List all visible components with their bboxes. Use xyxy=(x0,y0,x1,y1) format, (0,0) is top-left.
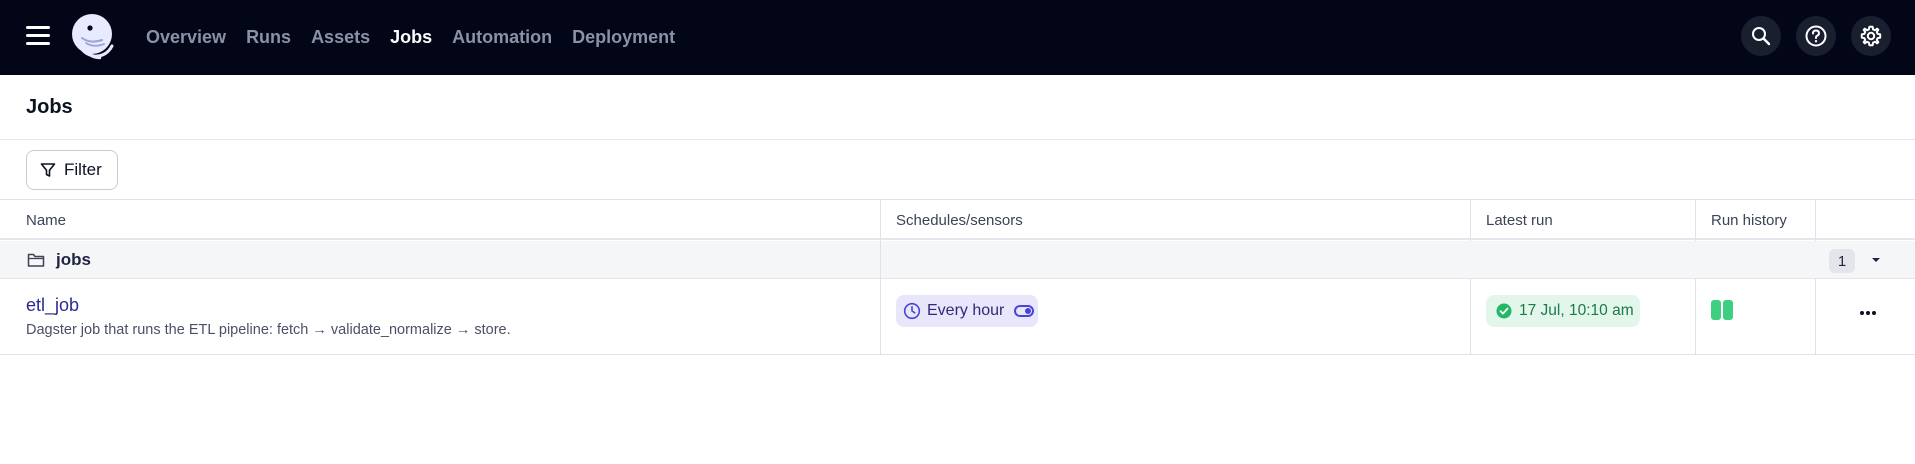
clock-icon xyxy=(903,302,921,320)
group-row-jobs[interactable]: jobs 1 xyxy=(0,241,1915,279)
more-dot xyxy=(1860,311,1864,315)
schedule-tag[interactable]: Every hour xyxy=(896,295,1038,327)
nav-jobs[interactable]: Jobs xyxy=(390,27,432,48)
page-title: Jobs xyxy=(26,95,73,118)
folder-icon xyxy=(27,253,45,267)
hamburger-icon[interactable] xyxy=(26,26,50,46)
filter-bar: Filter xyxy=(0,140,1915,200)
page-header: Jobs xyxy=(0,75,1915,140)
schedule-toggle[interactable] xyxy=(1014,305,1035,317)
latest-run-label: 17 Jul, 10:10 am xyxy=(1519,302,1634,319)
help-button[interactable] xyxy=(1796,16,1836,56)
job-name-link[interactable]: etl_job xyxy=(26,295,79,316)
schedule-label: Every hour xyxy=(927,302,1005,319)
more-dot xyxy=(1872,311,1876,315)
more-actions-button[interactable] xyxy=(1856,301,1880,325)
column-divider xyxy=(880,241,881,355)
run-history-bar[interactable] xyxy=(1723,300,1733,320)
column-header-latest-run[interactable]: Latest run xyxy=(1486,200,1553,240)
table-row: etl_job Dagster job that runs the ETL pi… xyxy=(0,279,1915,355)
run-history-bar[interactable] xyxy=(1711,300,1721,320)
column-header-name[interactable]: Name xyxy=(26,200,66,240)
column-divider xyxy=(1695,279,1696,355)
nav-runs[interactable]: Runs xyxy=(246,27,291,48)
nav-overview[interactable]: Overview xyxy=(146,27,226,48)
group-count-badge: 1 xyxy=(1829,249,1855,273)
column-divider xyxy=(1470,279,1471,355)
job-description: Dagster job that runs the ETL pipeline: … xyxy=(26,322,511,338)
search-button[interactable] xyxy=(1741,16,1781,56)
help-icon xyxy=(1805,25,1827,47)
nav-deployment[interactable]: Deployment xyxy=(572,27,675,48)
latest-run-tag[interactable]: 17 Jul, 10:10 am xyxy=(1486,295,1640,327)
column-divider xyxy=(880,200,881,241)
column-header-schedules[interactable]: Schedules/sensors xyxy=(896,200,1023,240)
nav-automation[interactable]: Automation xyxy=(452,27,552,48)
dagster-logo[interactable] xyxy=(68,12,118,62)
check-circle-icon xyxy=(1496,303,1512,319)
gear-icon xyxy=(1860,25,1882,47)
column-divider xyxy=(1470,200,1471,241)
column-divider xyxy=(1815,200,1816,241)
filter-button[interactable]: Filter xyxy=(26,150,118,190)
main-nav: Overview Runs Assets Jobs Automation Dep… xyxy=(146,0,675,75)
table-header: Name Schedules/sensors Latest run Run hi… xyxy=(0,200,1915,240)
filter-button-label: Filter xyxy=(64,160,102,179)
top-navigation-bar: Overview Runs Assets Jobs Automation Dep… xyxy=(0,0,1915,75)
nav-assets[interactable]: Assets xyxy=(311,27,370,48)
search-icon xyxy=(1752,27,1771,46)
settings-button[interactable] xyxy=(1851,16,1891,56)
filter-icon xyxy=(40,163,56,177)
column-header-run-history[interactable]: Run history xyxy=(1711,200,1787,240)
group-name: jobs xyxy=(56,250,91,269)
column-divider xyxy=(1815,279,1816,355)
more-dot xyxy=(1866,311,1870,315)
chevron-down-icon[interactable] xyxy=(1871,256,1881,264)
column-divider xyxy=(1695,200,1696,241)
